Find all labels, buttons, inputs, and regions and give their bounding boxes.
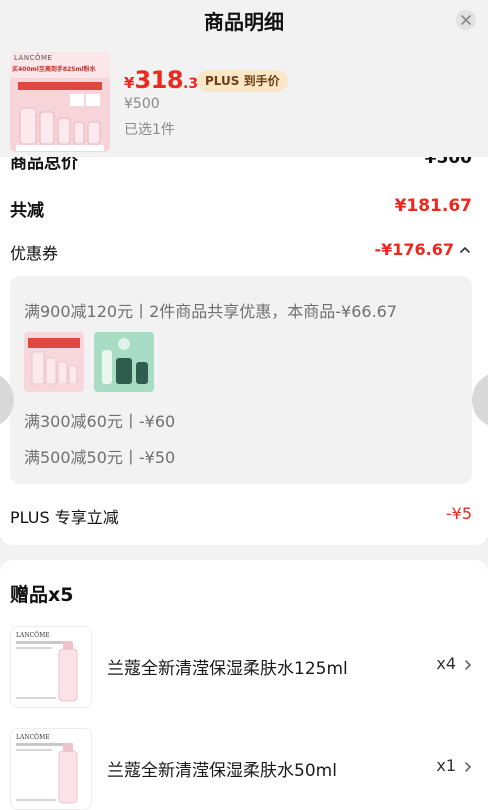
gift-quantity: x4 bbox=[436, 654, 456, 673]
original-price: ¥500 bbox=[124, 96, 160, 112]
plus-price-badge: PLUS 到手价 bbox=[197, 70, 288, 92]
thumb-headline-text: 买400ml至高到手825ml粉水 bbox=[12, 66, 96, 73]
close-button[interactable] bbox=[456, 10, 476, 30]
coupon-product-thumb-2[interactable] bbox=[94, 332, 154, 392]
price-currency: ¥ bbox=[124, 74, 135, 92]
close-icon bbox=[461, 15, 471, 25]
selected-count: 已选1件 bbox=[124, 122, 175, 138]
gift-product-image: LANCÔME bbox=[10, 626, 92, 708]
total-reduction-label: 共减 bbox=[10, 201, 44, 221]
lancome-toner-product-image bbox=[24, 332, 84, 392]
green-skincare-product-image bbox=[94, 332, 154, 392]
chevron-right-icon bbox=[465, 660, 471, 670]
coupon-rule-3: 满500减50元丨-¥50 bbox=[24, 448, 176, 467]
gift-item[interactable]: LANCÔME 兰蔻全新清滢保湿柔肤水50ml x1 bbox=[0, 728, 488, 810]
product-image[interactable]: LANCÔME 买400ml至高到手825ml粉水 bbox=[10, 52, 110, 152]
gift-name: 兰蔻全新清滢保湿柔肤水125ml bbox=[107, 659, 348, 679]
coupon-product-thumb-1[interactable] bbox=[24, 332, 84, 392]
gift-product-image: LANCÔME bbox=[10, 728, 92, 810]
gift-name: 兰蔻全新清滢保湿柔肤水50ml bbox=[107, 761, 337, 781]
thumb-brand-text: LANCÔME bbox=[14, 54, 53, 62]
price-breakdown-card: 商品总价 ¥500 共减 ¥181.67 优惠券 -¥176.67 满900减1… bbox=[0, 140, 488, 545]
plus-discount-value: -¥5 bbox=[445, 504, 472, 523]
lancome-toner-bottle-image: LANCÔME bbox=[11, 627, 91, 707]
chevron-up-icon bbox=[460, 246, 470, 253]
chevron-right-icon bbox=[465, 762, 471, 772]
gifts-card: 赠品x5 LANCÔME 兰蔻全新清滢保湿柔肤水125ml x4 LANCÔME… bbox=[0, 560, 488, 810]
plus-discount-label: PLUS 专享立减 bbox=[10, 508, 119, 527]
gift-item[interactable]: LANCÔME 兰蔻全新清滢保湿柔肤水125ml x4 bbox=[0, 626, 488, 708]
coupon-rule-2: 满300减60元丨-¥60 bbox=[24, 412, 176, 431]
current-price: ¥ 318 .33 bbox=[124, 66, 208, 94]
total-reduction-value: ¥181.67 bbox=[394, 196, 472, 216]
gift-quantity: x1 bbox=[436, 756, 456, 775]
coupon-toggle[interactable]: -¥176.67 bbox=[374, 240, 472, 259]
svg-text:LANCÔME: LANCÔME bbox=[16, 733, 50, 741]
lancome-toner-bottle-image: LANCÔME bbox=[11, 729, 91, 809]
gifts-title: 赠品x5 bbox=[10, 584, 74, 606]
coupon-label: 优惠券 bbox=[10, 244, 59, 263]
price-integer: 318 bbox=[134, 66, 184, 94]
sheet-header: 商品明细 bbox=[0, 0, 488, 40]
svg-text:LANCÔME: LANCÔME bbox=[16, 631, 50, 639]
product-detail-sheet: 商品明细 商品总价 ¥500 共减 ¥181.67 优惠券 -¥176.67 满… bbox=[0, 0, 488, 810]
product-summary: LANCÔME 买400ml至高到手825ml粉水 ¥ 318 .33 PLUS… bbox=[0, 40, 488, 157]
coupon-rule-1: 满900减120元丨2件商品共享优惠，本商品-¥66.67 bbox=[24, 302, 398, 321]
coupon-value: -¥176.67 bbox=[374, 240, 454, 259]
coupon-details: 满900减120元丨2件商品共享优惠，本商品-¥66.67 满300减60元丨-… bbox=[10, 276, 472, 484]
sheet-title: 商品明细 bbox=[204, 10, 284, 34]
